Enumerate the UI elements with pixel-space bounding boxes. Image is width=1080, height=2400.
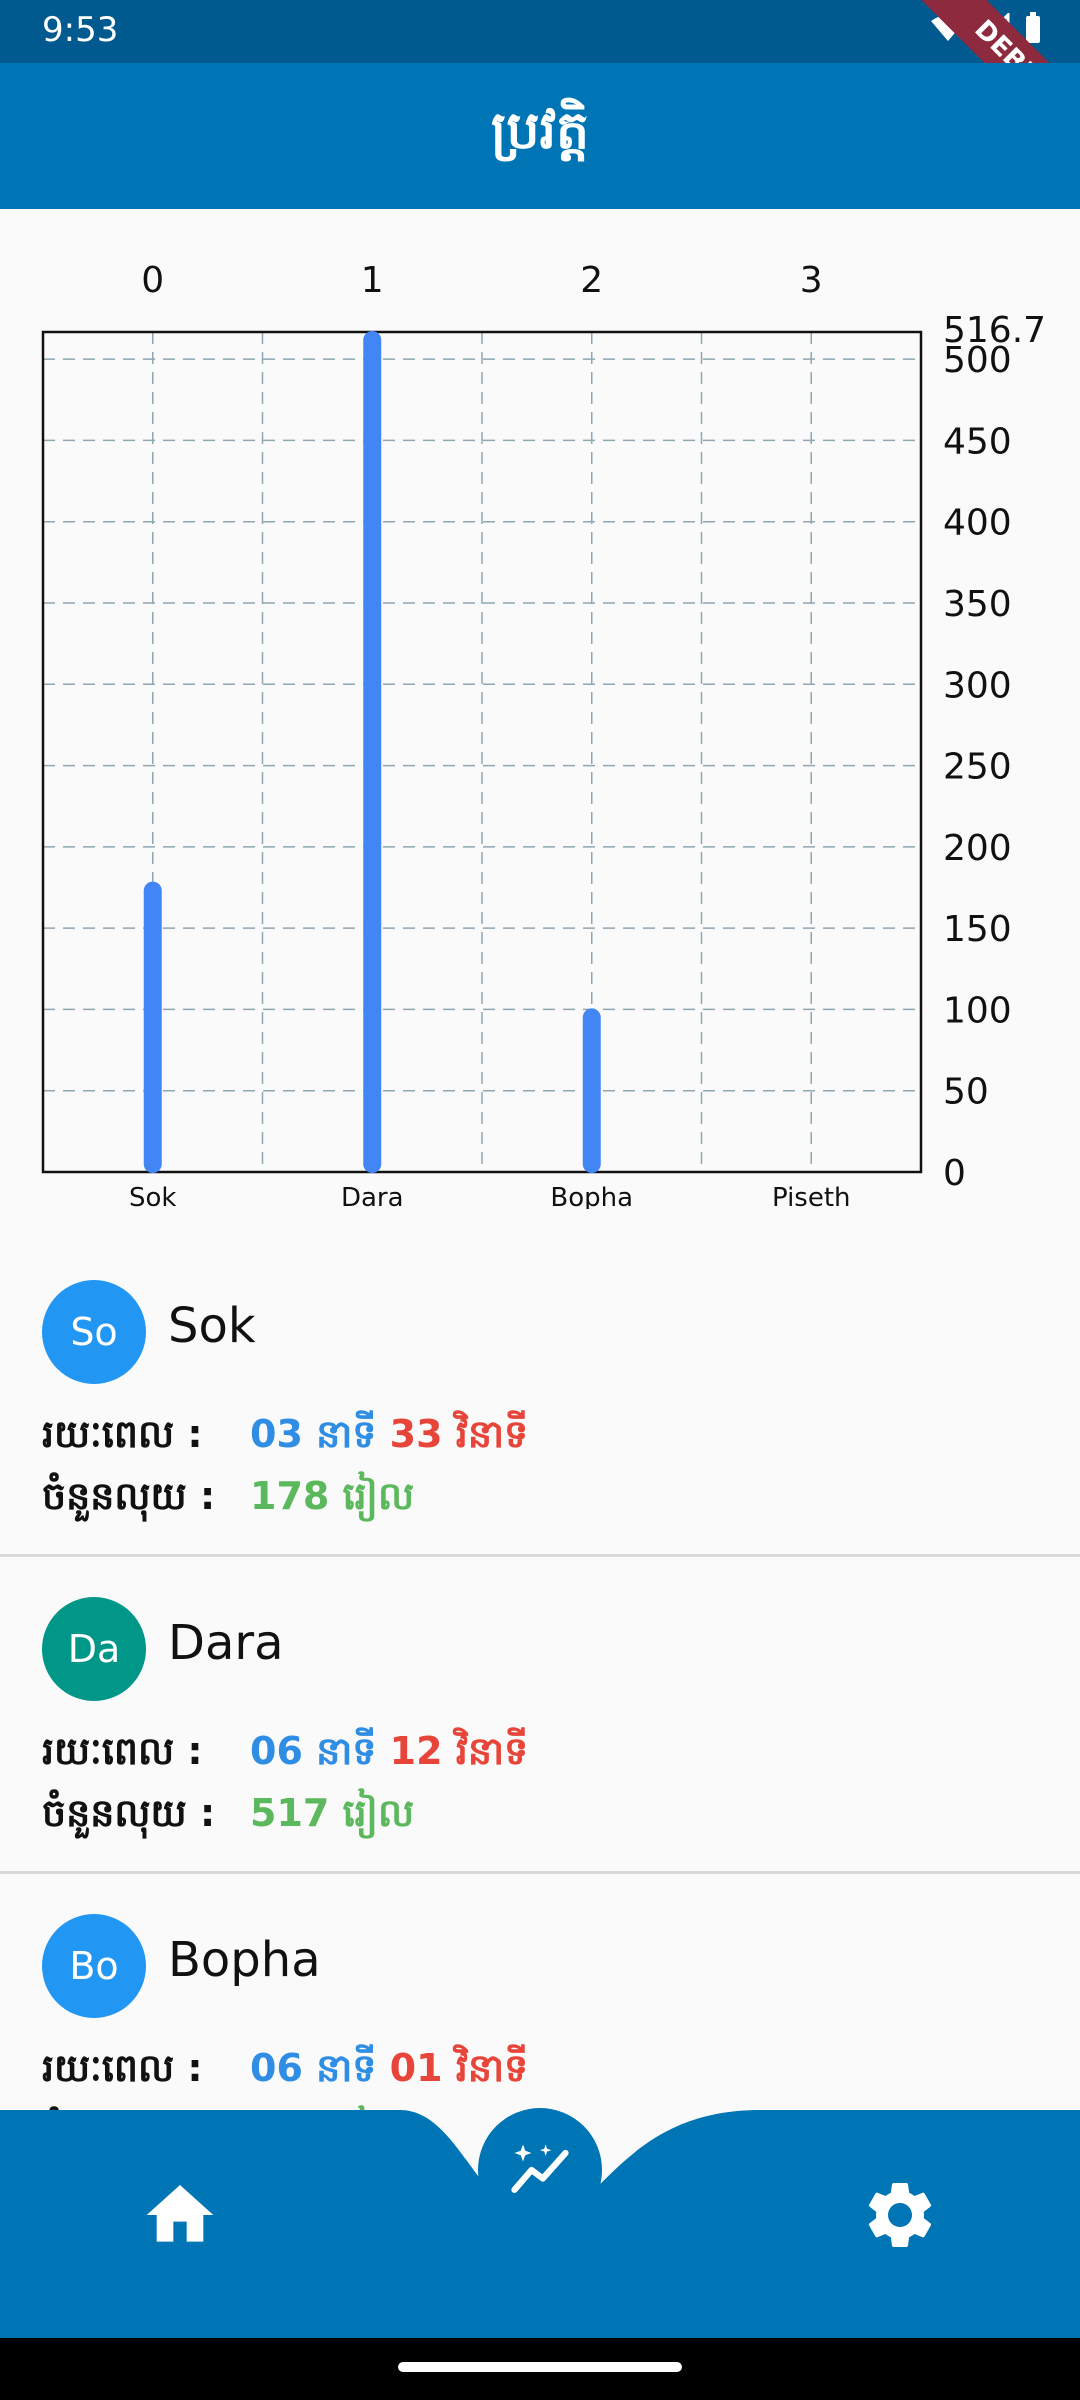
status-bar: 9:53 DEBUG	[0, 0, 1080, 166]
y-tick-label: 400	[943, 503, 1012, 544]
minutes-value: 06	[250, 2046, 303, 2090]
y-tick-label: 50	[943, 1072, 989, 1113]
minutes-unit: នាទី	[316, 1412, 377, 1456]
minutes-unit: នាទី	[316, 2046, 377, 2090]
app-bar: ប្រវត្តិ	[0, 63, 1080, 209]
seconds-value: 33	[389, 1412, 443, 1456]
player-name: Bopha	[168, 1932, 321, 1988]
amount-row: ចំនួនលុយ : 178 រៀល	[42, 1472, 414, 1528]
amount-label: ចំនួនលុយ :	[42, 1474, 216, 1518]
currency-unit: រៀល	[342, 1474, 415, 1518]
history-card[interactable]: Da Dara រយៈពេល : 06 នាទី 12 វិនាទីចំនួនលុយ …	[0, 1557, 1080, 1874]
top-tick-label: 0	[141, 260, 164, 301]
amount-value: 517	[250, 1791, 330, 1835]
insights-icon	[511, 2144, 569, 2193]
duration-label: រយៈពេល :	[42, 1412, 203, 1456]
minutes-value: 03	[250, 1412, 303, 1456]
duration-row: រយៈពេល : 06 នាទី 12 វិនាទី	[42, 1727, 528, 1783]
top-tick-label: 3	[800, 260, 823, 301]
home-icon[interactable]	[140, 2175, 220, 2255]
avatar-initials: So	[70, 1310, 118, 1354]
seconds-value: 12	[389, 1729, 443, 1773]
minutes-unit: នាទី	[316, 1729, 377, 1773]
x-category-label: Piseth	[772, 1183, 851, 1209]
y-max-label: 516.7	[943, 310, 1046, 351]
history-card[interactable]: So Sok រយៈពេល : 03 នាទី 33 វិនាទីចំនួនលុយ :…	[0, 1240, 1080, 1557]
top-tick-label: 1	[361, 260, 384, 301]
x-category-label: Sok	[129, 1183, 176, 1209]
duration-label: រយៈពេល :	[42, 1729, 203, 1773]
history-card[interactable]: BoBophaរយៈពេល :06 នាទី 01 វិនាទីចំនួនលុយ…	[0, 1874, 1080, 2140]
history-list: So Sok រយៈពេល :03 នាទី 33 វិនាទី ចំនួនលុយ :…	[0, 1240, 1080, 2140]
y-tick-label: 300	[943, 665, 1012, 706]
seconds-value: 01	[389, 2046, 443, 2090]
avatar-initials: Bo	[69, 1944, 119, 1988]
seconds-unit: វិនាទី	[455, 2046, 529, 2090]
settings-icon[interactable]	[860, 2175, 940, 2255]
y-tick-label: 0	[943, 1153, 966, 1194]
duration-label: រយៈពេល :	[42, 2046, 203, 2090]
player-name: Dara	[168, 1615, 284, 1671]
amount-label: ចំនួនលុយ :	[42, 1791, 216, 1835]
seconds-unit: វិនាទី	[455, 1729, 529, 1773]
y-tick-label: 250	[943, 747, 1012, 788]
bar-chart: 050100150200250300350400450500516.70Sok1…	[41, 260, 1046, 1209]
y-tick-label: 450	[943, 421, 1012, 462]
y-tick-label: 100	[943, 990, 1012, 1031]
home-gesture-handle[interactable]	[398, 2362, 682, 2372]
seconds-unit: វិនាទី	[455, 1412, 529, 1456]
system-navigation-bar	[0, 2338, 1080, 2400]
duration-row: រយៈពេល : 06 នាទី 01 វិនាទី	[42, 2044, 528, 2100]
x-category-label: Dara	[341, 1183, 404, 1209]
status-time: 9:53	[42, 10, 119, 50]
y-tick-label: 150	[943, 909, 1012, 950]
y-tick-label: 200	[943, 828, 1012, 869]
avatar: Bo	[42, 1914, 146, 2018]
amount-row: ចំនួនលុយ : 517 រៀល	[42, 1789, 414, 1845]
avatar-initials: Da	[67, 1627, 121, 1671]
avatar: So	[42, 1280, 146, 1384]
minutes-value: 06	[250, 1729, 303, 1773]
page-title: ប្រវត្តិ	[490, 101, 589, 161]
x-category-label: Bopha	[550, 1183, 633, 1209]
avatar: Da	[42, 1597, 146, 1701]
amount-value: 178	[250, 1474, 330, 1518]
top-tick-label: 2	[580, 260, 603, 301]
player-name: Sok	[168, 1298, 256, 1354]
duration-row: រយៈពេល : 03 នាទី 33 វិនាទី	[42, 1410, 528, 1466]
insights-fab[interactable]	[478, 2108, 602, 2232]
currency-unit: រៀល	[342, 1791, 415, 1835]
y-tick-label: 350	[943, 584, 1012, 625]
